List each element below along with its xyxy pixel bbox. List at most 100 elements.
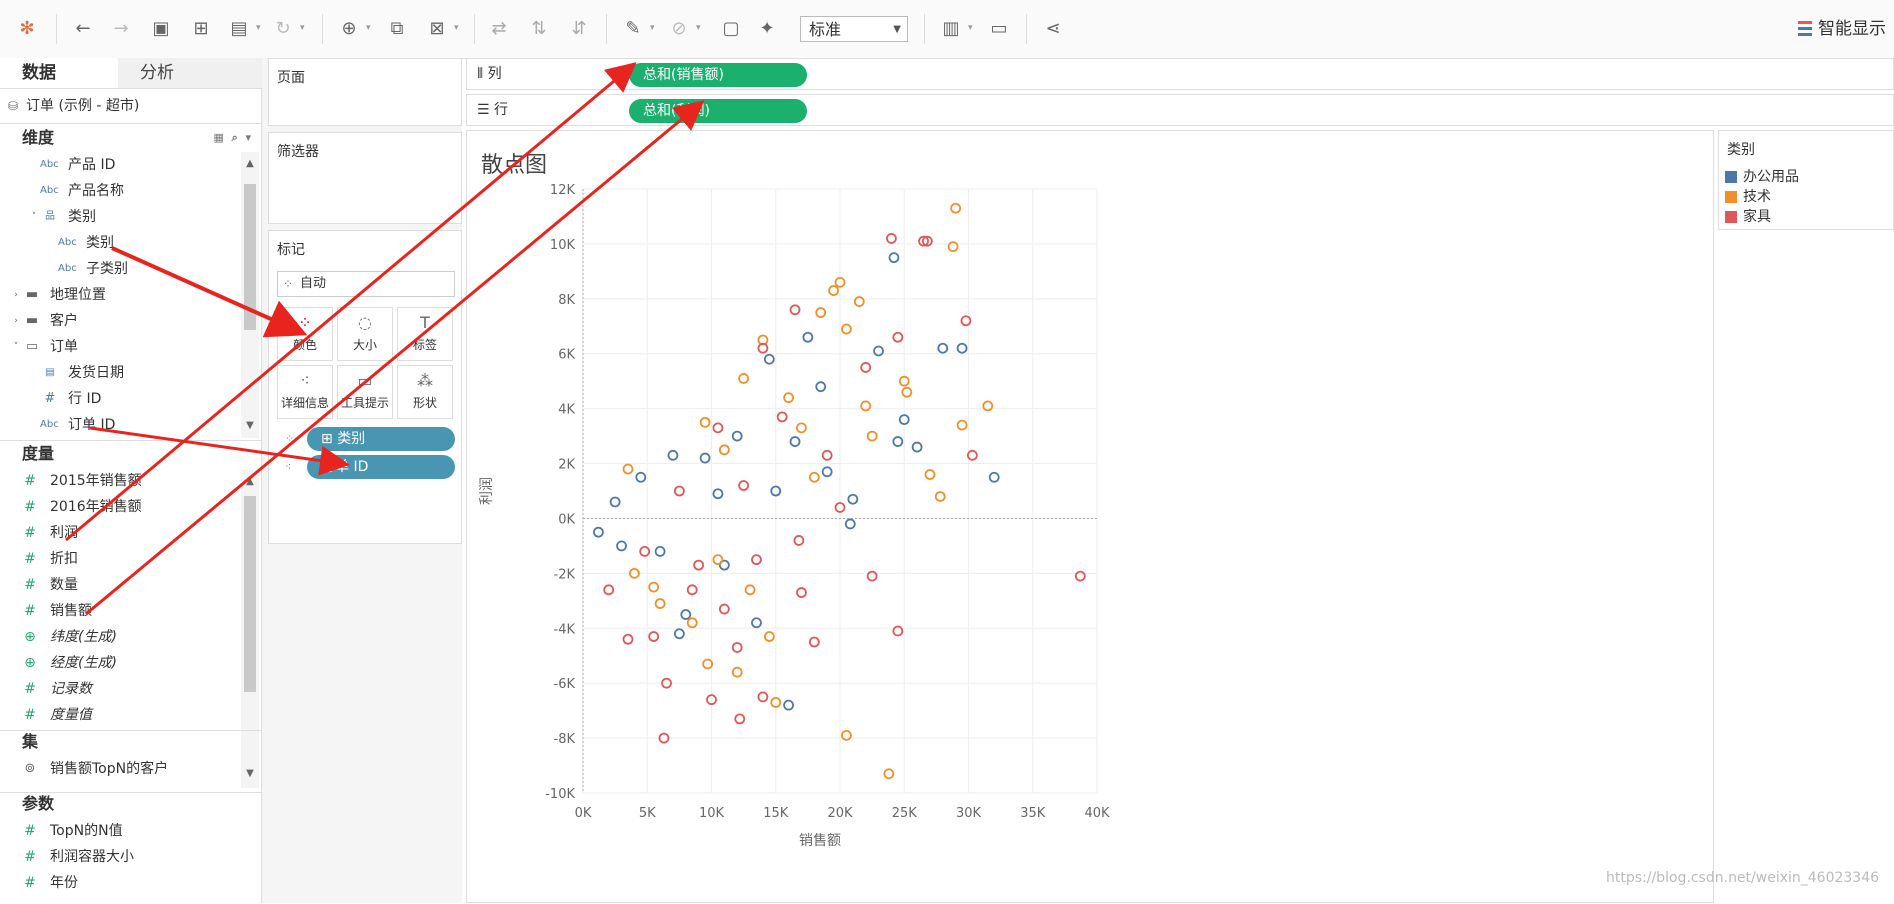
group-icon[interactable]: ⊘ [666,16,692,42]
pause-icon[interactable]: ▤ [226,16,252,42]
param-item-topn[interactable]: # TopN的N值 [0,818,261,844]
columns-shelf[interactable]: ⦀ 列 总和(销售额) [466,58,1894,90]
label-button[interactable]: T 标签 [397,307,453,361]
refresh-dropdown-icon[interactable]: ▾ [300,24,308,33]
dimension-item-product-id[interactable]: Abc 产品 ID [0,152,261,178]
measure-item-measure-values[interactable]: # 度量值 [0,702,261,728]
chart-size-dropdown-icon[interactable]: ▾ [968,24,976,33]
measure-item-sales[interactable]: # 销售额 [0,598,261,624]
sort-asc-icon[interactable]: ⇅ [526,16,552,42]
label-icon[interactable]: ▢ [718,16,744,42]
y-tick-label: 4K [558,403,575,418]
measure-item-quantity[interactable]: # 数量 [0,572,261,598]
dimension-item-orders[interactable]: ˅ ▭ 订单 [0,334,261,360]
grid-view-icon[interactable]: ▦ [214,131,224,144]
dimension-item-geography[interactable]: › ▬ 地理位置 [0,282,261,308]
legend-item-office[interactable]: 办公用品 [1725,169,1799,185]
tooltip-icon: ▭ [357,371,373,390]
legend-item-tech[interactable]: 技术 [1725,189,1771,205]
scroll-down-icon[interactable]: ▼ [241,420,259,431]
chart-size-icon[interactable]: ▥ [938,16,964,42]
scatter-point [686,617,698,629]
group-dropdown-icon[interactable]: ▾ [696,24,704,33]
filters-card-title: 筛选器 [277,144,319,160]
chevron-down-icon[interactable]: ˅ [26,204,42,230]
rows-shelf[interactable]: ☰ 行 总和(利润) [466,94,1894,126]
dimension-item-order-id[interactable]: Abc 订单 ID [0,412,261,438]
dimension-item-subcategory[interactable]: Abc 子类别 [0,256,261,282]
scrollbar-thumb[interactable] [244,496,256,692]
measure-item-profit[interactable]: # 利润 [0,520,261,546]
datasource-item[interactable]: ⛁ 订单 (示例 - 超市) [0,89,261,124]
fit-select[interactable]: 标准 ▼ [800,16,908,42]
order-id-pill[interactable]: 订单 ID [307,455,455,479]
field-label: 年份 [50,875,78,891]
presentation-icon[interactable]: ▭ [986,16,1012,42]
refresh-icon[interactable]: ↻ [270,16,296,42]
tab-analysis[interactable]: 分析 ◆ [118,58,283,88]
forward-icon[interactable]: → [108,16,134,42]
chevron-down-icon[interactable]: ▾ [245,131,251,144]
show-me-button[interactable]: 智能显示 [1798,16,1886,42]
dimensions-scrollbar[interactable]: ▲ ▼ [241,152,259,438]
pause-dropdown-icon[interactable]: ▾ [256,24,264,33]
measure-item-discount[interactable]: # 折扣 [0,546,261,572]
share-icon[interactable]: ⋖ [1040,16,1066,42]
back-icon[interactable]: ← [70,16,96,42]
param-item-profit-bin[interactable]: # 利润容器大小 [0,844,261,870]
tableau-logo-icon[interactable]: ✻ [14,16,40,42]
duplicate-icon[interactable]: ⧉ [384,16,410,42]
new-datasource-icon[interactable]: ⊞ [188,16,214,42]
scroll-up-icon[interactable]: ▲ [241,476,259,487]
clear-dropdown-icon[interactable]: ▾ [454,24,462,33]
scrollbar-thumb[interactable] [244,184,256,330]
size-button[interactable]: ◌ 大小 [337,307,393,361]
clear-icon[interactable]: ⊠ [424,16,450,42]
dimension-item-ship-date[interactable]: ▤ 发货日期 [0,360,261,386]
search-icon[interactable]: ⌕ [232,131,238,144]
dimension-item-category-hierarchy[interactable]: ˅ 品 类别 [0,204,261,230]
dimension-item-row-id[interactable]: # 行 ID [0,386,261,412]
new-worksheet-dropdown-icon[interactable]: ▾ [366,24,374,33]
y-tick-label: 10K [550,238,576,253]
chevron-right-icon[interactable]: › [8,308,24,334]
measure-item-latitude[interactable]: ⊕ 纬度(生成) [0,624,261,650]
set-item-topn-customers[interactable]: ⊚ 销售额TopN的客户 [0,756,261,782]
measure-item-2016-sales[interactable]: #2016年销售额 [0,494,261,520]
scatter-point [699,452,711,464]
shape-button[interactable]: ⁂ 形状 [397,365,453,419]
new-worksheet-icon[interactable]: ⊕ [336,16,362,42]
legend-item-furniture[interactable]: 家具 [1725,209,1771,225]
scatter-point [988,471,1000,483]
scroll-up-icon[interactable]: ▲ [241,158,259,169]
dimensions-title: 维度 [22,128,55,147]
color-button[interactable]: ⁘ 颜色 [277,307,333,361]
chevron-right-icon[interactable]: › [8,282,24,308]
measure-item-longitude[interactable]: ⊕ 经度(生成) [0,650,261,676]
tooltip-button[interactable]: ▭ 工具提示 [337,365,393,419]
mark-type-select[interactable]: ⁘ 自动 [277,271,455,297]
param-item-year[interactable]: # 年份 [0,870,261,896]
chevron-down-icon[interactable]: ˅ [8,334,24,360]
sum-profit-pill[interactable]: 总和(利润) [629,99,807,123]
highlight-dropdown-icon[interactable]: ▾ [650,24,658,33]
filters-card[interactable]: 筛选器 [268,132,462,224]
tooltip-button-label: 工具提示 [340,396,389,410]
dimension-item-product-name[interactable]: Abc 产品名称 [0,178,261,204]
sort-desc-icon[interactable]: ⇵ [566,16,592,42]
sum-sales-pill[interactable]: 总和(销售额) [629,63,807,87]
dimension-item-category[interactable]: Abc 类别 [0,230,261,256]
marks-card-title: 标记 [277,242,305,258]
measure-item-record-count[interactable]: # 记录数 [0,676,261,702]
scatter-chart[interactable]: 0K 5K 10K 15K 20K 25K 30K 35K 40K 12K 10K 8K 6K 4K 2K 0… [467,131,1227,904]
measure-item-2015-sales[interactable]: #2015年销售额 [0,468,261,494]
pages-card[interactable]: 页面 [268,58,462,126]
scatter-point [789,304,801,316]
detail-button[interactable]: ⁖ 详细信息 [277,365,333,419]
pin-icon[interactable]: ✦ [754,16,780,42]
category-pill[interactable]: ⊞ 类别 [307,427,455,451]
highlight-icon[interactable]: ✎ [620,16,646,42]
swap-icon[interactable]: ⇄ [486,16,512,42]
dimension-item-customer[interactable]: › ▬ 客户 [0,308,261,334]
save-icon[interactable]: ▣ [148,16,174,42]
